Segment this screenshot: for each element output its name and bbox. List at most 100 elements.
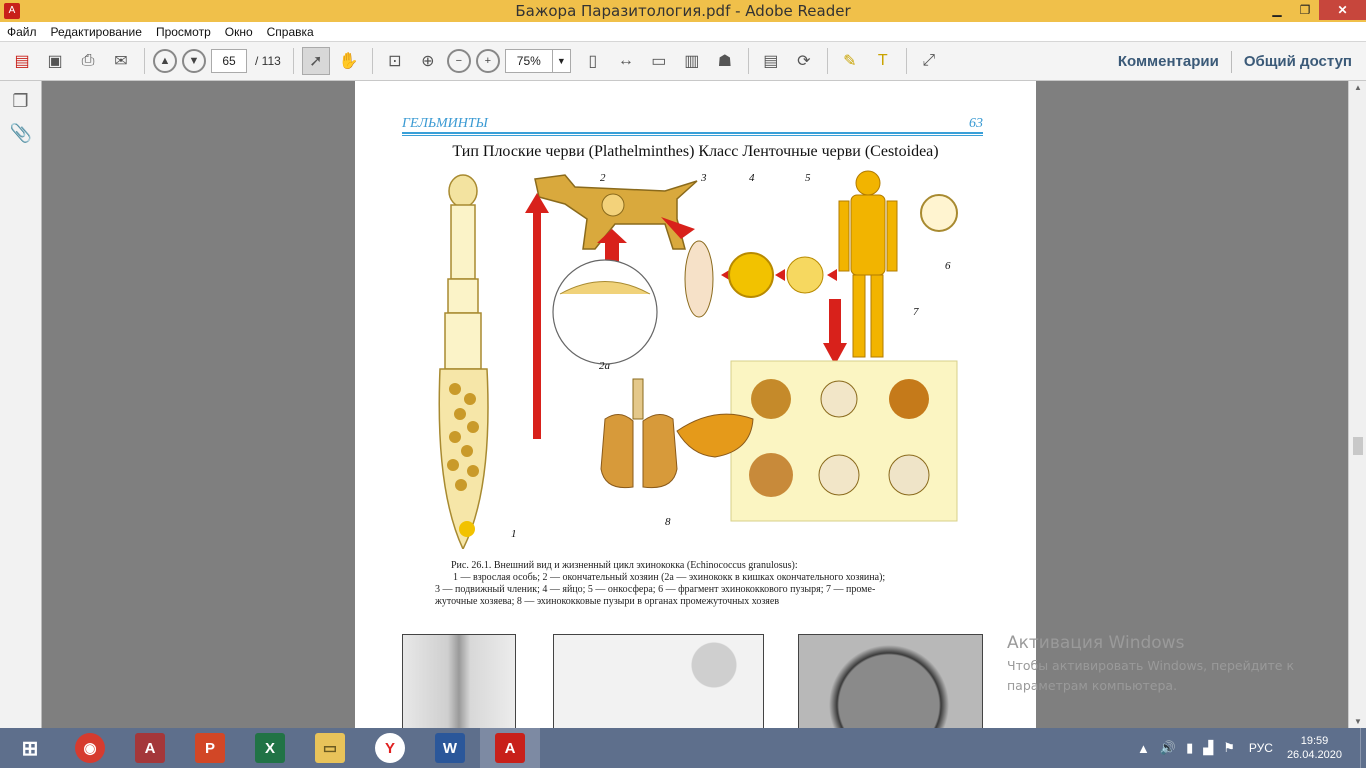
rotate-icon[interactable]: ⟳: [790, 47, 818, 75]
adobe-reader-icon: A: [495, 733, 525, 763]
toolbar-right: Комментарии Общий доступ: [1118, 42, 1352, 81]
fit-page-icon[interactable]: ▭: [645, 47, 673, 75]
figure-label-8: 8: [665, 516, 671, 528]
navigation-panel: ❐ 📎: [0, 81, 42, 728]
next-page-icon[interactable]: ▼: [182, 49, 206, 73]
taskbar-access[interactable]: A: [120, 728, 180, 768]
zoom-out-icon[interactable]: −: [446, 49, 471, 73]
micrograph-image: [798, 634, 983, 734]
marquee-zoom-icon[interactable]: ⊡: [381, 47, 409, 75]
menu-file[interactable]: Файл: [7, 25, 37, 39]
taskbar: ⊞ ◉ A P X ▭ Y W A ▲ 🔊 ▮ ▟ ⚑ РУС 19:59 26…: [0, 728, 1366, 768]
header-rule: [402, 135, 983, 136]
title-bar: A Бажора Паразитология.pdf - Adobe Reade…: [0, 0, 1366, 22]
menu-edit[interactable]: Редактирование: [51, 25, 142, 39]
yandex-icon: Y: [375, 733, 405, 763]
figure-label-1: 1: [511, 528, 517, 540]
share-button[interactable]: Общий доступ: [1244, 53, 1352, 70]
human-illustration: [838, 170, 898, 358]
taskbar-yandex[interactable]: Y: [360, 728, 420, 768]
page-header: ГЕЛЬМИНТЫ 63: [402, 116, 983, 134]
start-button[interactable]: ⊞: [0, 728, 60, 768]
two-page-icon[interactable]: ▥: [678, 47, 706, 75]
maximize-button[interactable]: ❐: [1291, 0, 1319, 20]
taskbar-adobe-reader[interactable]: A: [480, 728, 540, 768]
volume-icon[interactable]: 🔊: [1160, 740, 1176, 756]
dynamic-zoom-icon[interactable]: ⊕: [414, 47, 442, 75]
micrograph-image: [553, 634, 764, 734]
attachments-icon[interactable]: 📎: [10, 123, 32, 145]
fullscreen-icon[interactable]: ⤢: [915, 47, 943, 75]
vertical-scrollbar[interactable]: ▲ ▼: [1348, 81, 1366, 728]
figure-label-3: 3: [700, 172, 707, 184]
taskbar-powerpoint[interactable]: P: [180, 728, 240, 768]
clock[interactable]: 19:59 26.04.2020: [1287, 734, 1342, 762]
window-controls: ▁ ❐ ✕: [1263, 0, 1366, 20]
figure-label-7: 7: [913, 306, 919, 318]
hand-tool-icon[interactable]: ✋: [335, 47, 363, 75]
pdf-page: ГЕЛЬМИНТЫ 63 Тип Плоские черви (Plathelm…: [355, 81, 1036, 734]
windows-icon: ⊞: [21, 737, 39, 760]
input-language[interactable]: РУС: [1249, 741, 1273, 755]
scroll-thumb[interactable]: [1353, 437, 1363, 455]
oncosphere-illustration: [786, 256, 824, 294]
page-number-input[interactable]: 65: [211, 49, 247, 73]
taskbar-chrome[interactable]: ◉: [60, 728, 120, 768]
toolbar-divider: [747, 48, 749, 74]
email-icon[interactable]: ✉: [107, 47, 135, 75]
select-tool-icon[interactable]: ➚: [301, 47, 330, 75]
fit-width-icon[interactable]: ↔: [612, 47, 640, 75]
battery-icon[interactable]: ▮: [1186, 740, 1193, 756]
organs-illustration: [600, 378, 754, 489]
menu-view[interactable]: Просмотр: [156, 25, 211, 39]
page-thumbnails-icon[interactable]: ❐: [10, 91, 32, 113]
toolbar-divider: [292, 48, 294, 74]
figure-label-2: 2: [600, 172, 606, 184]
taskbar-explorer[interactable]: ▭: [300, 728, 360, 768]
show-hidden-icons-icon[interactable]: ▲: [1137, 741, 1150, 756]
highlight-text-icon[interactable]: T: [869, 47, 897, 75]
scroll-up-icon[interactable]: ▲: [1349, 83, 1366, 92]
chrome-icon: ◉: [75, 733, 105, 763]
figure-label-2a: 2а: [599, 360, 611, 372]
segment-illustration: [684, 240, 714, 318]
create-pdf-icon[interactable]: ▤: [8, 47, 36, 75]
page-number-label: 63: [969, 116, 983, 131]
intestine-illustration: [552, 259, 658, 365]
toolbar-divider: [905, 48, 907, 74]
sticky-note-icon[interactable]: ✎: [836, 47, 864, 75]
menu-help[interactable]: Справка: [267, 25, 314, 39]
figure-label-6: 6: [945, 260, 951, 272]
previous-page-icon[interactable]: ▲: [153, 49, 177, 73]
network-icon[interactable]: ▟: [1203, 740, 1213, 756]
powerpoint-icon: P: [195, 733, 225, 763]
comments-button[interactable]: Комментарии: [1118, 53, 1219, 70]
activation-title: Активация Windows: [1007, 633, 1185, 653]
scroll-down-icon[interactable]: ▼: [1349, 717, 1366, 726]
show-desktop-button[interactable]: [1360, 728, 1366, 768]
caption-line: 1 — взрослая особь; 2 — окончательный хо…: [453, 572, 886, 583]
toolbar: ▤ ▣ ⎙ ✉ ▲ ▼ 65 / 113 ➚ ✋ ⊡ ⊕ − + 75% ▼ ▯…: [0, 42, 1366, 81]
zoom-value: 75%: [516, 54, 541, 68]
read-mode-icon[interactable]: ☗: [711, 47, 739, 75]
page-title: Тип Плоские черви (Plathelminthes) Класс…: [452, 143, 939, 160]
print-icon[interactable]: ⎙: [74, 47, 102, 75]
activation-line: Чтобы активировать Windows, перейдите к: [1007, 658, 1295, 673]
save-icon[interactable]: ▣: [41, 47, 69, 75]
menu-window[interactable]: Окно: [225, 25, 253, 39]
system-tray: ▲ 🔊 ▮ ▟ ⚑ РУС 19:59 26.04.2020: [1137, 728, 1366, 768]
taskbar-excel[interactable]: X: [240, 728, 300, 768]
clock-time: 19:59: [1300, 735, 1329, 747]
zoom-select[interactable]: 75% ▼: [504, 49, 571, 73]
scroll-mode-icon[interactable]: ▤: [757, 47, 785, 75]
adult-worm-illustration: [438, 174, 489, 549]
zoom-in-icon[interactable]: +: [475, 49, 500, 73]
close-button[interactable]: ✕: [1319, 0, 1366, 20]
minimize-button[interactable]: ▁: [1263, 0, 1291, 20]
action-center-icon[interactable]: ⚑: [1223, 740, 1235, 756]
taskbar-word[interactable]: W: [420, 728, 480, 768]
figure-label-5: 5: [805, 172, 811, 184]
chevron-down-icon[interactable]: ▼: [551, 50, 570, 72]
actual-size-icon[interactable]: ▯: [579, 47, 607, 75]
egg-illustration: [728, 252, 774, 298]
